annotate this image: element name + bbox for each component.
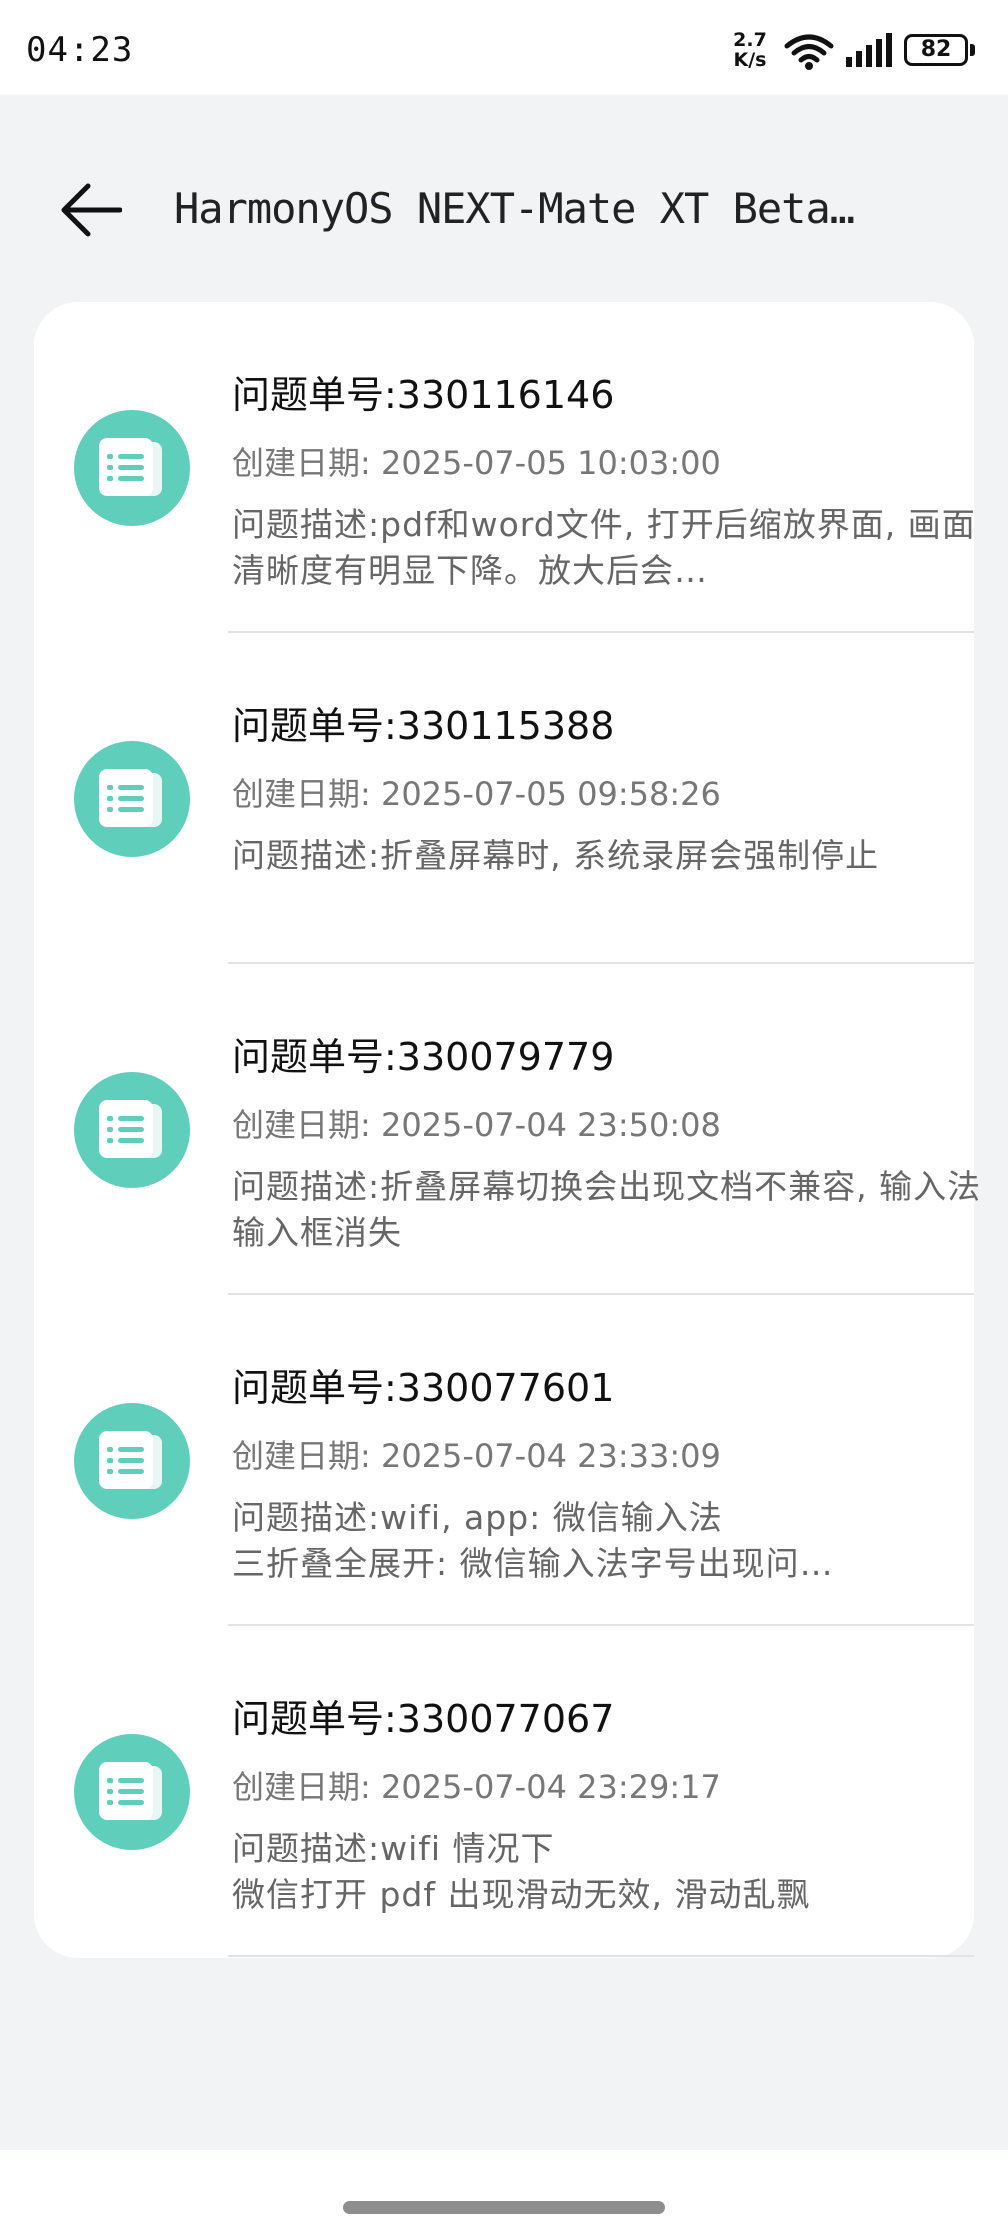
issue-description: 问题描述:wifi, app: 微信输入法 三折叠全展开: 微信输入法字号出现问… <box>232 1498 834 1583</box>
issue-date: 创建日期: 2025-07-05 10:03:00 <box>232 444 721 482</box>
network-speed-value: 2.7 <box>733 29 767 51</box>
issue-number: 问题单号:330077601 <box>232 1366 615 1410</box>
document-list-icon <box>74 410 190 526</box>
home-indicator[interactable] <box>343 2201 665 2214</box>
status-bar: 04:23 2.7 K/s 82 <box>0 0 1008 95</box>
document-list-icon <box>74 1072 190 1188</box>
document-list-icon <box>74 741 190 857</box>
issue-date: 创建日期: 2025-07-04 23:50:08 <box>232 1106 721 1144</box>
back-button[interactable] <box>60 175 150 245</box>
battery-icon: 82 <box>904 34 976 70</box>
issue-description: 问题描述:wifi 情况下 微信打开 pdf 出现滑动无效, 滑动乱飘 <box>232 1829 811 1914</box>
network-speed: 2.7 K/s <box>730 30 770 70</box>
issue-number: 问题单号:330079779 <box>232 1035 615 1079</box>
navigation-bar <box>0 2150 1008 2232</box>
network-speed-unit: K/s <box>733 49 767 71</box>
issue-list: 问题单号:330116146 创建日期: 2025-07-05 10:03:00… <box>34 302 980 1958</box>
signal-icon <box>846 33 892 67</box>
document-list-icon <box>74 1403 190 1519</box>
issue-description: 问题描述:折叠屏幕时, 系统录屏会强制停止 <box>232 836 880 875</box>
issue-date: 创建日期: 2025-07-05 09:58:26 <box>232 775 721 813</box>
issue-number: 问题单号:330077067 <box>232 1697 615 1741</box>
header: HarmonyOS NEXT-Mate XT Beta… <box>0 150 1008 270</box>
issue-date: 创建日期: 2025-07-04 23:33:09 <box>232 1437 721 1475</box>
issue-date: 创建日期: 2025-07-04 23:29:17 <box>232 1768 721 1806</box>
list-item[interactable]: 问题单号:330079779 创建日期: 2025-07-04 23:50:08… <box>34 964 980 1295</box>
list-item[interactable]: 问题单号:330077601 创建日期: 2025-07-04 23:33:09… <box>34 1295 974 1626</box>
issue-number: 问题单号:330115388 <box>232 704 615 748</box>
issue-description: 问题描述:折叠屏幕切换会出现文档不兼容, 输入法输入框消失 <box>232 1167 982 1252</box>
battery-level: 82 <box>920 37 952 62</box>
list-item[interactable]: 问题单号:330115388 创建日期: 2025-07-05 09:58:26… <box>34 633 974 964</box>
list-item[interactable]: 问题单号:330116146 创建日期: 2025-07-05 10:03:00… <box>34 302 975 633</box>
list-item[interactable]: 问题单号:330077067 创建日期: 2025-07-04 23:29:17… <box>34 1626 974 1957</box>
status-time: 04:23 <box>26 30 134 70</box>
wifi-icon <box>784 34 834 70</box>
arrow-left-icon <box>61 183 122 237</box>
document-list-icon <box>74 1734 190 1850</box>
page-title: HarmonyOS NEXT-Mate XT Beta… <box>174 184 855 233</box>
issue-number: 问题单号:330116146 <box>232 373 615 417</box>
issue-description: 问题描述:pdf和word文件, 打开后缩放界面, 画面清晰度有明显下降。放大后… <box>232 505 976 590</box>
divider <box>228 1955 974 1957</box>
